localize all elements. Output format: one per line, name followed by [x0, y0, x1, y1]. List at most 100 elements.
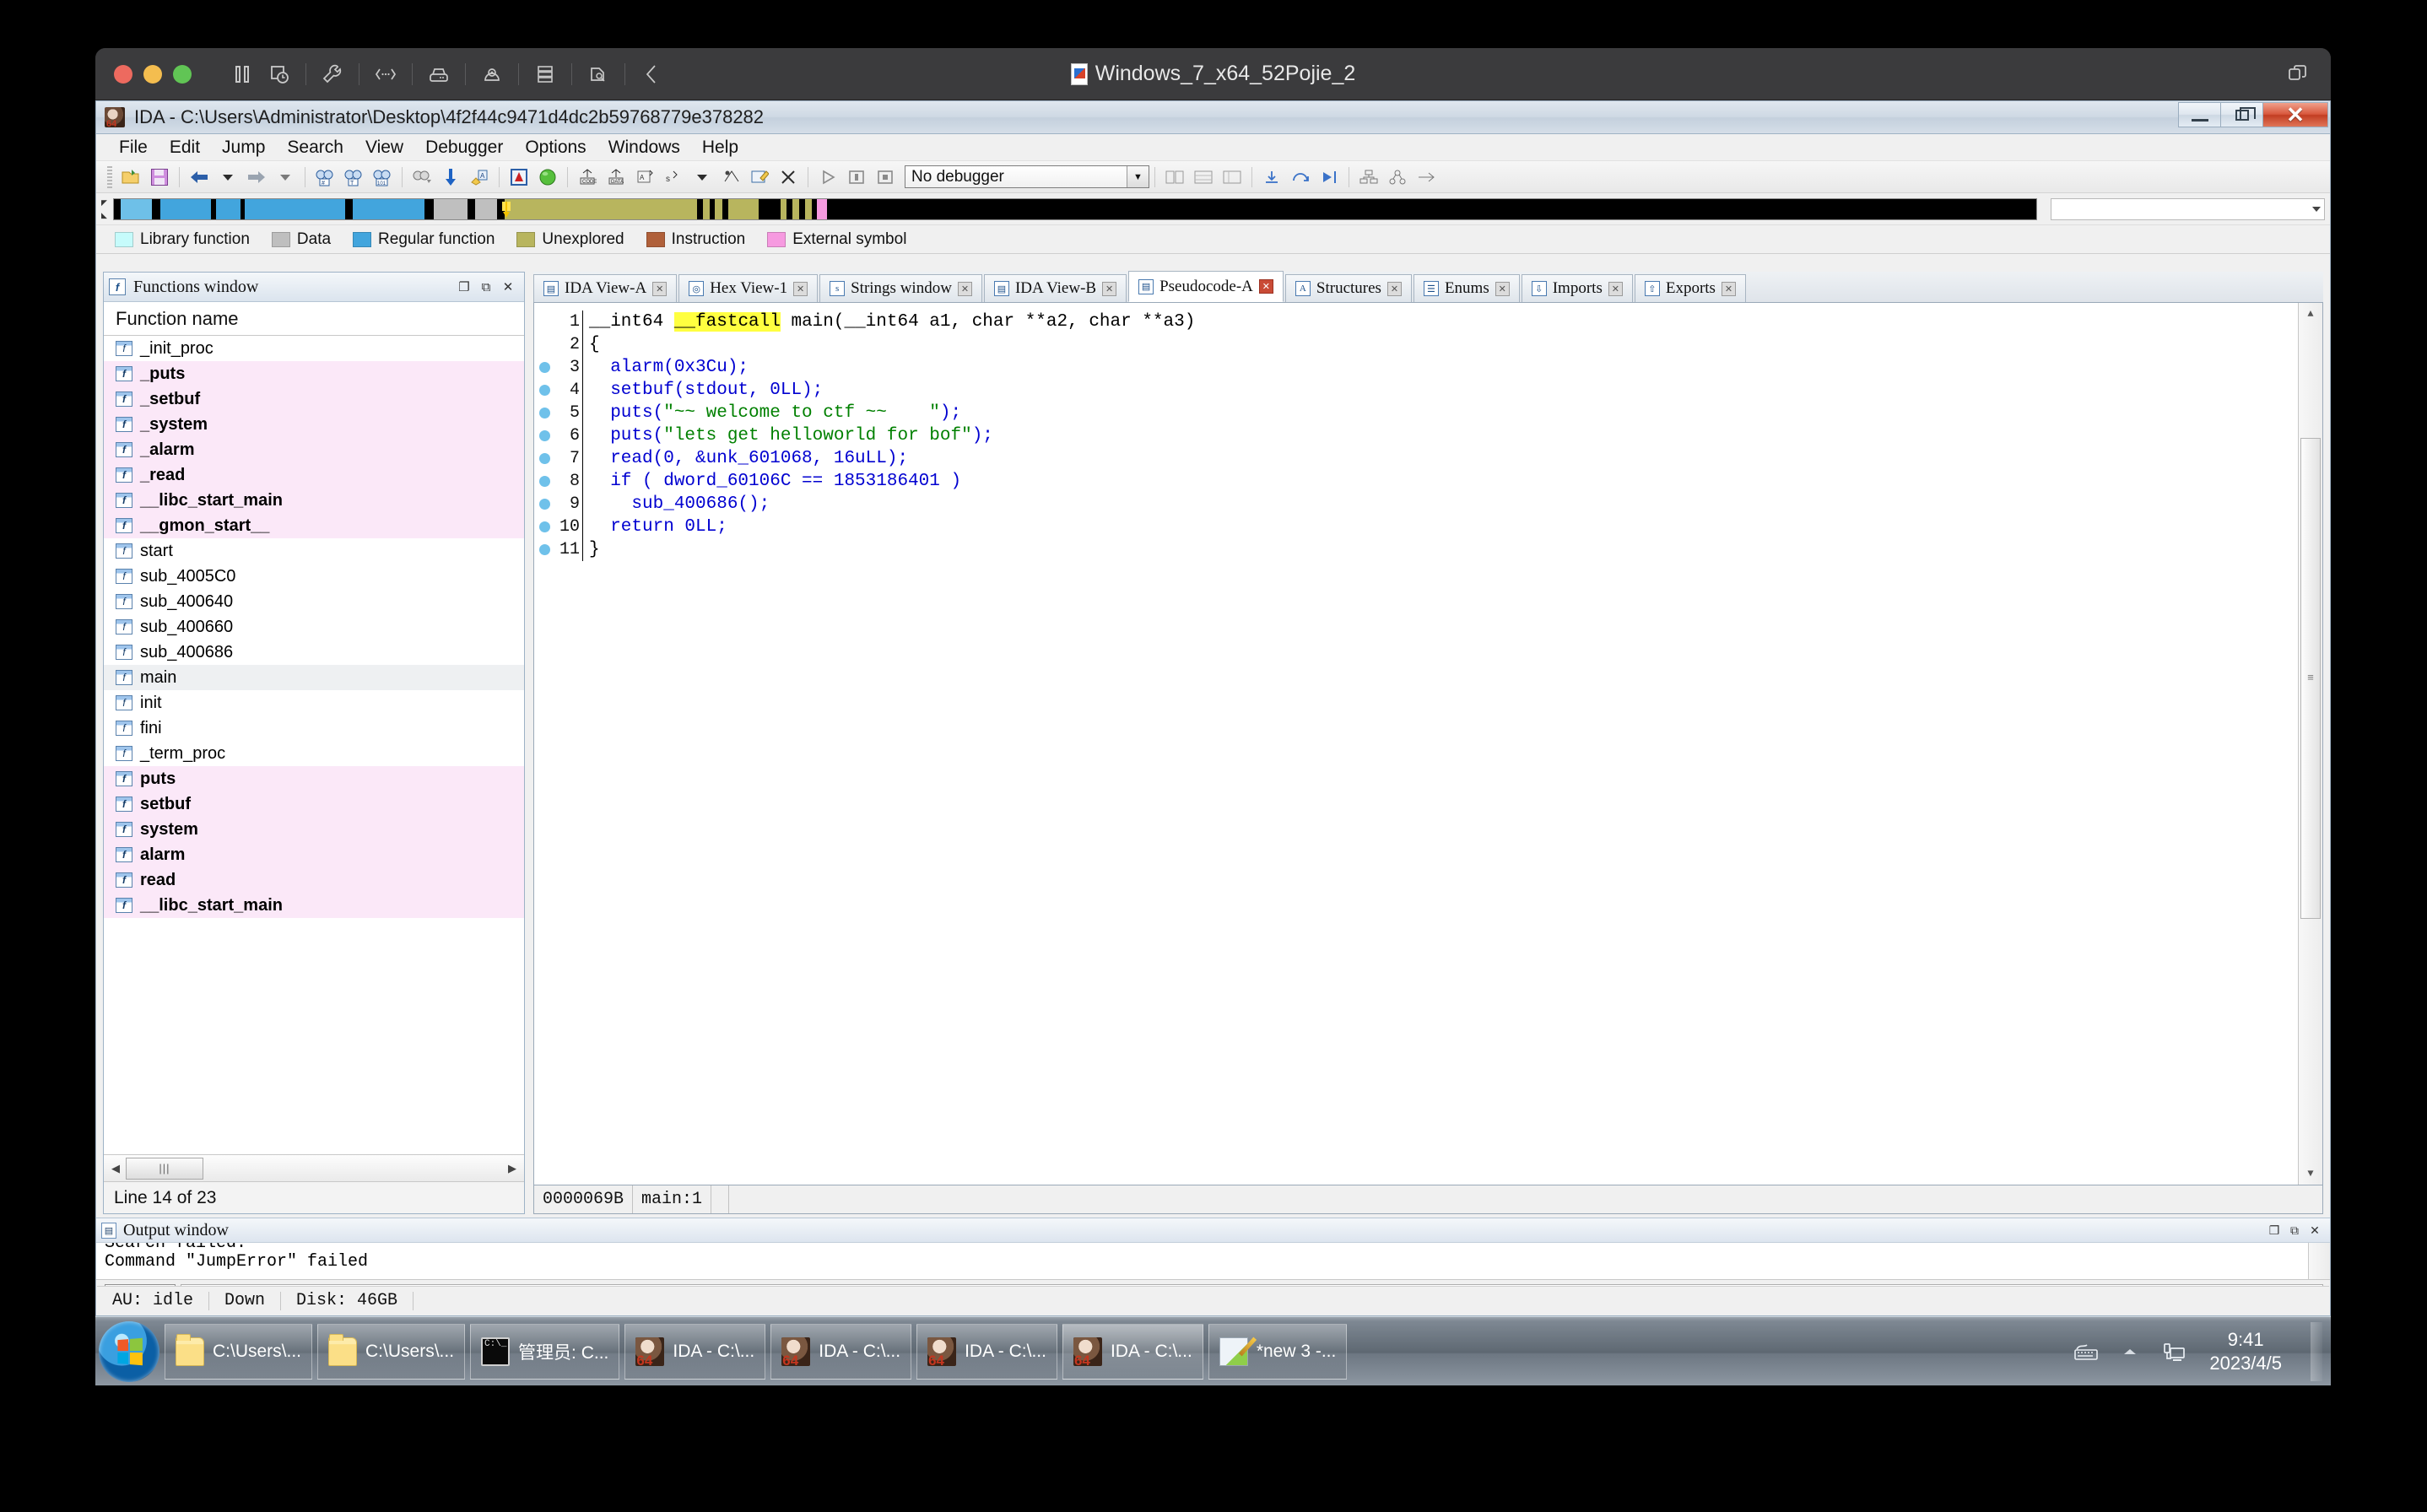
network-icon[interactable]	[367, 56, 404, 93]
line-marker-icon[interactable]	[534, 476, 554, 487]
close-button[interactable]: ✕	[2262, 102, 2328, 127]
start-button[interactable]	[99, 1320, 159, 1382]
pseudocode-vertical-scrollbar[interactable]: ▲ ≡ ▼	[2298, 303, 2322, 1185]
network-icon[interactable]	[2160, 1341, 2187, 1363]
debugger-stop-icon[interactable]	[873, 165, 898, 190]
function-list-item[interactable]: f alarm	[104, 842, 524, 867]
output-log[interactable]: Search failed. Command "JumpError" faile…	[96, 1243, 2330, 1280]
functions-list[interactable]: f _init_proc f _puts f _setbuf f _system f _alarm…	[104, 336, 524, 1154]
code-line[interactable]: 5 puts("~~ welcome to ctf ~~ ");	[534, 402, 2297, 424]
make-array-icon[interactable]: A	[632, 165, 657, 190]
output-vertical-scrollbar[interactable]	[2308, 1243, 2330, 1279]
code-line[interactable]: 6 puts("lets get helloworld for bof");	[534, 424, 2297, 447]
navigation-strip[interactable]	[113, 197, 2037, 220]
pseudocode-view[interactable]: 1 __int64 __fastcall main(__int64 a1, cha…	[533, 303, 2323, 1185]
jump-address-combo[interactable]	[2051, 197, 2325, 220]
tab-exports[interactable]: ⇧ Exports ✕	[1634, 274, 1746, 302]
camera-icon[interactable]	[473, 56, 511, 93]
code-line[interactable]: 7 read(0, &unk_601068, 16uLL);	[534, 447, 2297, 470]
function-list-item[interactable]: f _setbuf	[104, 386, 524, 412]
search-binary-icon[interactable]: 101	[370, 165, 395, 190]
function-list-item[interactable]: f init	[104, 690, 524, 716]
vm-fullscreen-button[interactable]	[2287, 48, 2309, 100]
restore-button[interactable]	[2220, 102, 2262, 127]
menu-item-jump[interactable]: Jump	[211, 136, 276, 159]
scrollbar-thumb[interactable]: |||	[126, 1157, 203, 1180]
nav-arrows[interactable]: ◤ ◣	[101, 198, 111, 220]
function-list-item[interactable]: f puts	[104, 766, 524, 791]
minimize-window-button[interactable]	[143, 64, 162, 84]
taskbar-button[interactable]: IDA - C:\...	[770, 1323, 912, 1380]
taskbar-button[interactable]: C:\Users\...	[317, 1323, 466, 1380]
disk-icon[interactable]	[420, 56, 457, 93]
forward-arrow-icon[interactable]	[244, 165, 269, 190]
close-icon[interactable]: ✕	[497, 276, 519, 298]
search-hex-icon[interactable]: #	[312, 165, 338, 190]
struct-dropdown-icon[interactable]	[689, 165, 715, 190]
taskbar-button[interactable]: IDA - C:\...	[916, 1323, 1057, 1380]
delete-icon[interactable]	[776, 165, 801, 190]
search-text-icon[interactable]: T	[341, 165, 366, 190]
menu-item-windows[interactable]: Windows	[597, 136, 691, 159]
make-code-icon[interactable]: CODE	[575, 165, 600, 190]
maximize-window-button[interactable]	[173, 64, 192, 84]
code-line[interactable]: 4 setbuf(stdout, 0LL);	[534, 379, 2297, 402]
tab-pseudocode-a[interactable]: ▤ Pseudocode-A ✕	[1128, 271, 1284, 302]
flowchart-icon[interactable]	[1385, 165, 1410, 190]
highlight-icon[interactable]: A	[467, 165, 492, 190]
snapshot-icon[interactable]	[261, 56, 298, 93]
taskbar-button[interactable]: C:\Users\...	[165, 1323, 313, 1380]
navigation-band[interactable]: ◤ ◣	[96, 193, 2330, 225]
tab-imports[interactable]: ⇩ Imports ✕	[1521, 274, 1633, 302]
open-file-icon[interactable]	[118, 165, 143, 190]
tab-close-icon[interactable]: ✕	[1721, 281, 1736, 296]
show-desktop-button[interactable]	[2311, 1321, 2322, 1381]
tab-ida-view-a[interactable]: ▤ IDA View-A ✕	[533, 274, 678, 302]
function-list-item[interactable]: f __libc_start_main	[104, 893, 524, 918]
taskbar-button[interactable]: C:\_ 管理员: C...	[470, 1323, 620, 1380]
function-list-item[interactable]: f sub_400686	[104, 640, 524, 665]
tab-close-icon[interactable]: ✕	[793, 281, 808, 296]
undefine-icon[interactable]	[718, 165, 743, 190]
debugger-pause-icon[interactable]	[844, 165, 869, 190]
taskbar-button[interactable]: IDA - C:\...	[1062, 1323, 1203, 1380]
debugger-select[interactable]: No debugger ▼	[905, 165, 1149, 188]
function-list-item[interactable]: f _init_proc	[104, 336, 524, 361]
tracing-icon[interactable]	[1191, 165, 1216, 190]
restore-icon[interactable]: ⧉	[2284, 1220, 2305, 1240]
function-list-item[interactable]: f _alarm	[104, 437, 524, 462]
save-icon[interactable]	[147, 165, 172, 190]
function-list-item[interactable]: f _term_proc	[104, 741, 524, 766]
function-list-item[interactable]: f _read	[104, 462, 524, 488]
scroll-up-icon[interactable]: ▲	[2299, 303, 2322, 325]
stack-icon[interactable]	[1219, 165, 1245, 190]
functions-horizontal-scrollbar[interactable]: ◀ ||| ▶	[104, 1154, 524, 1181]
tab-enums[interactable]: ☰ Enums ✕	[1413, 274, 1520, 302]
code-line[interactable]: 10 return 0LL;	[534, 516, 2297, 538]
function-list-item[interactable]: f _puts	[104, 361, 524, 386]
function-list-item[interactable]: f __libc_start_main	[104, 488, 524, 513]
function-list-item[interactable]: f main	[104, 665, 524, 690]
line-marker-icon[interactable]	[534, 521, 554, 532]
run-to-cursor-icon[interactable]	[1316, 165, 1342, 190]
step-into-icon[interactable]	[1259, 165, 1284, 190]
maximize-icon[interactable]: ❐	[453, 276, 475, 298]
back-arrow-icon[interactable]	[186, 165, 212, 190]
maximize-icon[interactable]: ❐	[2264, 1220, 2284, 1240]
edit-function-icon[interactable]	[747, 165, 772, 190]
line-marker-icon[interactable]	[534, 385, 554, 396]
tab-close-icon[interactable]: ✕	[1495, 281, 1510, 296]
taskbar-button[interactable]: *new 3 -...	[1208, 1323, 1348, 1380]
breakpoints-icon[interactable]	[1162, 165, 1187, 190]
keyboard-icon[interactable]	[2073, 1341, 2100, 1363]
usb-icon[interactable]	[580, 56, 617, 93]
function-list-item[interactable]: f setbuf	[104, 791, 524, 817]
close-icon[interactable]: ✕	[2305, 1220, 2325, 1240]
line-marker-icon[interactable]	[534, 408, 554, 418]
line-marker-icon[interactable]	[534, 362, 554, 373]
graph-icon[interactable]	[1356, 165, 1381, 190]
tab-close-icon[interactable]: ✕	[652, 281, 668, 296]
tab-close-icon[interactable]: ✕	[957, 281, 972, 296]
functions-column-header[interactable]: Function name	[104, 302, 524, 336]
tab-close-icon[interactable]: ✕	[1102, 281, 1117, 296]
